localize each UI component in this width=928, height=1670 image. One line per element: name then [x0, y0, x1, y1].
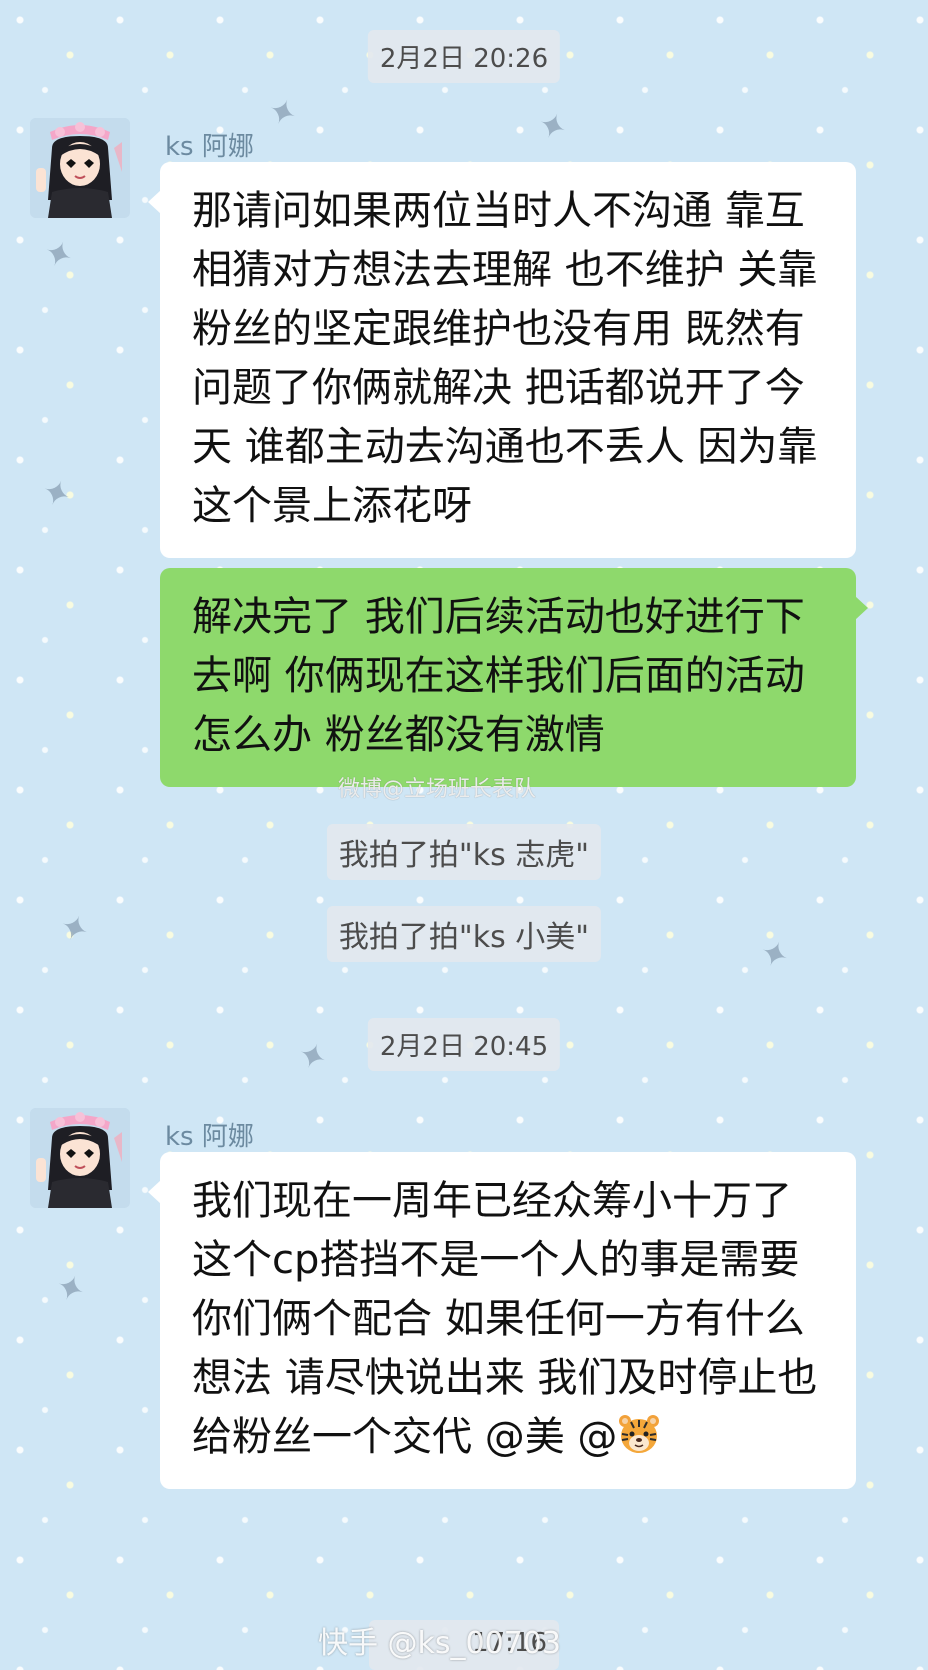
- star-icon: ✦: [292, 1033, 333, 1081]
- star-icon: ✦: [36, 470, 77, 518]
- avatar[interactable]: [30, 1108, 130, 1208]
- sender-name: ks 阿娜: [165, 1122, 254, 1152]
- girl-avatar-icon: [30, 1108, 130, 1208]
- watermark: 快手 @ks_00703: [318, 1626, 561, 1661]
- star-icon: ✦: [54, 905, 95, 953]
- star-icon: ✦: [262, 89, 303, 137]
- message-text: 我们现在一周年已经众筹小十万了 这个cp搭挡不是一个人的事是需要你们俩个配合 如…: [192, 1178, 818, 1460]
- pat-notice: 我拍了拍"ks 志虎": [326, 824, 602, 880]
- pat-notice: 我拍了拍"ks 小美": [326, 906, 602, 962]
- star-icon: ✦: [532, 103, 573, 151]
- sender-name: ks 阿娜: [165, 132, 254, 162]
- watermark: 微博@立场班长表队: [338, 777, 537, 802]
- star-icon: ✦: [50, 1265, 91, 1313]
- timestamp: 2月2日 20:45: [367, 1018, 561, 1071]
- message-bubble[interactable]: 那请问如果两位当时人不沟通 靠互相猜对方想法去理解 也不维护 关靠粉丝的坚定跟维…: [148, 162, 856, 558]
- star-icon: ✦: [754, 931, 795, 979]
- avatar[interactable]: [30, 118, 130, 218]
- message-bubble[interactable]: 我们现在一周年已经众筹小十万了 这个cp搭挡不是一个人的事是需要你们俩个配合 如…: [148, 1152, 856, 1489]
- message-bubble[interactable]: 解决完了 我们后续活动也好进行下去啊 你俩现在这样我们后面的活动怎么办 粉丝都没…: [160, 568, 868, 787]
- star-icon: ✦: [38, 231, 79, 279]
- girl-avatar-icon: [30, 118, 130, 218]
- timestamp: 2月2日 20:26: [367, 30, 561, 83]
- tiger-face-icon: [619, 1415, 660, 1453]
